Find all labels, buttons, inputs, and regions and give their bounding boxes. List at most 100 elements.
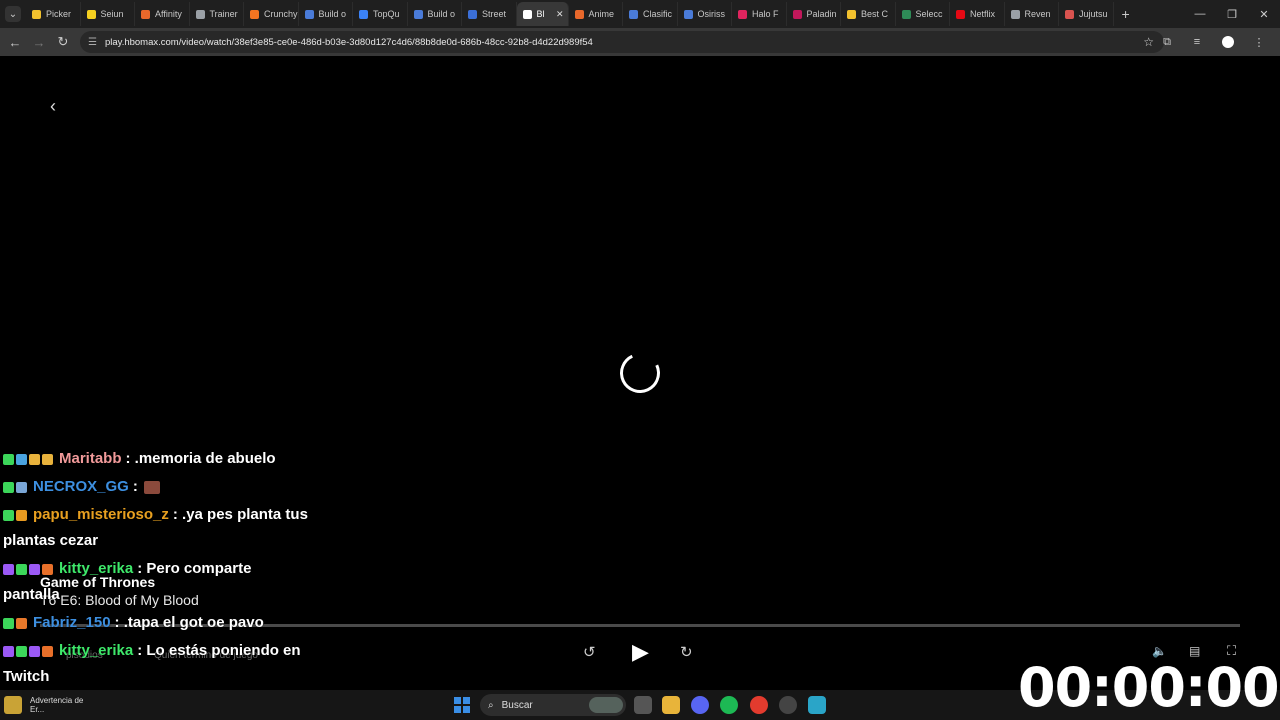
back-icon[interactable]: ← xyxy=(3,35,27,50)
tab-close-icon[interactable]: ✕ xyxy=(556,9,564,20)
spotify-icon[interactable] xyxy=(720,696,738,714)
browser-tab[interactable]: TopQu xyxy=(353,2,408,26)
restore-icon[interactable]: ❐ xyxy=(1216,8,1248,21)
tab-favicon-icon xyxy=(683,9,693,19)
rewind-icon[interactable]: ↺ xyxy=(583,643,596,661)
badge-icon xyxy=(16,618,27,630)
chat-username: NECROX_GG xyxy=(33,478,129,495)
chat-badges xyxy=(3,639,55,664)
chat-username: kitty_erika xyxy=(59,560,134,577)
loading-spinner xyxy=(614,347,666,399)
player-back-icon[interactable]: ‹ xyxy=(50,96,56,117)
reload-icon[interactable]: ↻ xyxy=(51,34,75,50)
browser-tab[interactable]: Jujutsu xyxy=(1059,2,1114,26)
browser-tab[interactable]: Affinity xyxy=(135,2,190,26)
chat-message: Fabriz_150: .tapa el got oe pavo xyxy=(3,610,264,636)
taskbar-notification[interactable]: Advertencia de Er... xyxy=(4,696,90,714)
taskbar-search[interactable]: ⌕ Buscar xyxy=(480,694,626,716)
browser-tab[interactable]: Osiriss xyxy=(678,2,732,26)
chat-username: papu_misterioso_z xyxy=(33,506,169,523)
media-controls-icon[interactable]: ≡ xyxy=(1182,36,1212,48)
tab-favicon-icon xyxy=(956,9,965,19)
browser-tab[interactable]: Paladin xyxy=(787,2,841,26)
chat-text: : xyxy=(132,478,138,495)
browser-tab[interactable]: Anime xyxy=(569,2,623,26)
chat-text: : .memoria de abuelo xyxy=(125,450,276,467)
chat-text: : .tapa el got oe pavo xyxy=(114,614,264,631)
browser-tab[interactable]: Clasific xyxy=(623,2,678,26)
browser-tab[interactable]: Build o xyxy=(299,2,353,26)
video-player[interactable]: ‹ Game of Thrones T6 E6: Blood of My Blo… xyxy=(0,56,1280,690)
browser-tab[interactable]: Seiun xyxy=(81,2,135,26)
badge-icon xyxy=(3,646,14,658)
tab-favicon-icon xyxy=(250,9,259,19)
chat-emote-icon xyxy=(143,480,160,494)
badge-icon xyxy=(42,454,53,466)
browser-tab[interactable]: Reven xyxy=(1005,2,1059,26)
tab-favicon-icon xyxy=(1065,9,1074,19)
browser-tab[interactable]: Picker xyxy=(26,2,81,26)
tab-label: Crunchy xyxy=(264,9,298,19)
menu-icon[interactable]: ⋮ xyxy=(1244,36,1274,49)
url-field[interactable]: ☰ play.hbomax.com/video/watch/38ef3e85-c… xyxy=(80,31,1164,53)
tab-label: Build o xyxy=(427,9,456,19)
browser-tab[interactable]: Best C xyxy=(841,2,896,26)
tab-label: Street xyxy=(482,9,507,19)
tab-label: Build o xyxy=(318,9,347,19)
task-view-icon[interactable] xyxy=(634,696,652,714)
site-info-icon[interactable]: ☰ xyxy=(88,37,97,48)
badge-icon xyxy=(16,482,27,494)
chat-text: : Lo estás poniendo en xyxy=(137,642,301,659)
notepad-icon[interactable] xyxy=(808,696,826,714)
new-tab-button[interactable]: + xyxy=(1122,6,1130,22)
chat-username: Fabriz_150 xyxy=(33,614,111,631)
badge-icon xyxy=(29,454,40,466)
tab-label: Clasific xyxy=(643,9,673,19)
minimize-icon[interactable]: — xyxy=(1184,8,1216,20)
browser-tab[interactable]: Netflix xyxy=(950,2,1005,26)
chat-badges xyxy=(3,475,29,500)
tab-favicon-icon xyxy=(468,9,477,19)
tab-favicon-icon xyxy=(359,9,368,19)
browser-tab[interactable]: Selecc xyxy=(896,2,950,26)
close-icon[interactable]: ✕ xyxy=(1248,8,1280,21)
chat-message: pantalla xyxy=(3,582,60,607)
chrome-icon[interactable] xyxy=(750,696,768,714)
tab-favicon-icon xyxy=(304,9,314,19)
browser-tab[interactable]: Build o xyxy=(408,2,462,26)
app-icon[interactable] xyxy=(779,696,797,714)
tab-label: Reven xyxy=(1024,9,1051,19)
badge-icon xyxy=(3,454,14,466)
forward-skip-icon[interactable]: ↻ xyxy=(680,643,693,661)
warning-icon xyxy=(4,696,22,714)
browser-tab[interactable]: Crunchy xyxy=(244,2,299,26)
chat-badges xyxy=(3,503,29,528)
tab-favicon-icon xyxy=(574,9,584,19)
tab-label: TopQu xyxy=(373,9,400,19)
tab-label: Halo F xyxy=(752,9,779,19)
browser-tab[interactable]: Halo F xyxy=(732,2,787,26)
browser-tab[interactable]: Bl ✕ xyxy=(516,2,569,26)
tab-favicon-icon xyxy=(738,9,747,19)
tab-favicon-icon xyxy=(792,9,802,19)
file-explorer-icon[interactable] xyxy=(662,696,680,714)
tab-search-button[interactable]: ⌄ xyxy=(5,6,21,22)
tab-label: Best C xyxy=(861,9,889,19)
play-icon[interactable]: ▶ xyxy=(632,639,649,665)
extensions-icon[interactable]: ⧉ xyxy=(1152,36,1182,49)
badge-icon xyxy=(16,454,27,466)
badge-icon xyxy=(16,510,27,522)
chat-text: : .ya pes planta tus xyxy=(172,506,308,523)
tab-favicon-icon xyxy=(629,9,638,19)
chat-text: Twitch xyxy=(3,668,50,685)
url-text: play.hbomax.com/video/watch/38ef3e85-ce0… xyxy=(104,36,593,48)
browser-tab[interactable]: Trainer xyxy=(190,2,244,26)
profile-avatar[interactable] xyxy=(1222,36,1234,48)
start-button[interactable] xyxy=(454,697,470,713)
forward-icon[interactable]: → xyxy=(27,35,51,50)
tab-label: Paladin xyxy=(806,9,837,19)
tab-label: Osiriss xyxy=(697,9,726,19)
discord-icon[interactable] xyxy=(691,696,709,714)
tab-label: Seiun xyxy=(100,9,124,19)
browser-tab[interactable]: Street xyxy=(462,2,517,26)
